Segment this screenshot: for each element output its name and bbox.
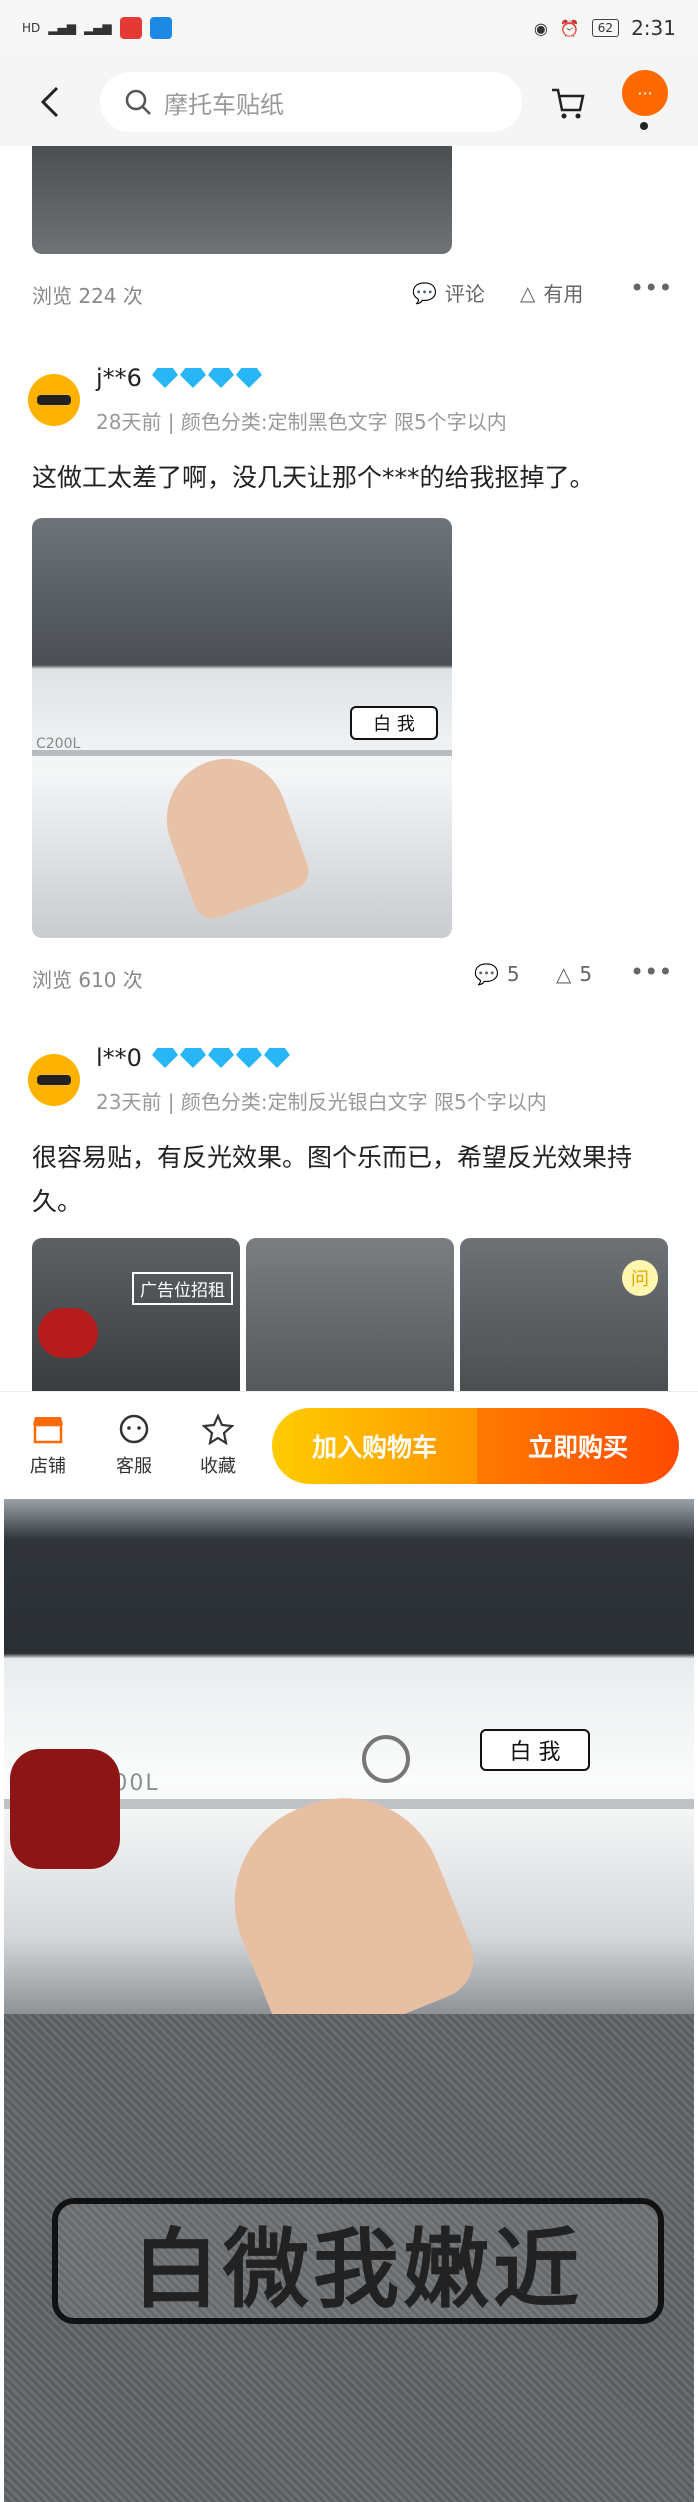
cart-icon bbox=[552, 88, 585, 119]
diamond-icon bbox=[152, 368, 178, 388]
avatar[interactable] bbox=[28, 1054, 80, 1106]
ellipsis-icon: ••• bbox=[630, 274, 673, 302]
useful-button[interactable]: △ 5 bbox=[556, 962, 592, 986]
trunk-chrome bbox=[32, 750, 452, 756]
tail-light bbox=[38, 1308, 98, 1358]
review-username[interactable]: j**6 bbox=[96, 364, 142, 392]
comment-label: 评论 bbox=[444, 282, 485, 306]
store-tab[interactable]: 店铺 bbox=[18, 1412, 78, 1478]
thumb-icon: △ bbox=[556, 962, 572, 986]
signal-icon-2: ▂▄▆ bbox=[83, 21, 112, 35]
useful-label: 有用 bbox=[543, 282, 584, 306]
status-left: HD ▂▄▆ ▂▄▆ bbox=[22, 17, 172, 39]
diamond-icon bbox=[236, 368, 262, 388]
review-thumbnail[interactable] bbox=[246, 1238, 454, 1391]
comment-button[interactable]: 💬 5 bbox=[474, 962, 520, 986]
search-placeholder: 摩托车贴纸 bbox=[164, 90, 284, 119]
status-bar: HD ▂▄▆ ▂▄▆ ◉ ⏰ 62 2:31 bbox=[0, 0, 698, 56]
signal-icon: ▂▄▆ bbox=[48, 21, 76, 35]
review-thumbnail[interactable]: 问 bbox=[460, 1238, 668, 1391]
ask-badge[interactable]: 问 bbox=[622, 1260, 658, 1296]
thumbnail-sign: 广告位招租 bbox=[132, 1272, 233, 1305]
service-label: 客服 bbox=[116, 1456, 152, 1477]
view-count: 浏览 610 次 bbox=[32, 968, 143, 992]
diamond-icon bbox=[236, 1048, 262, 1068]
diamond-icon bbox=[180, 368, 206, 388]
useful-button[interactable]: △ 有用 bbox=[520, 278, 583, 307]
comment-button[interactable]: 💬 评论 bbox=[412, 278, 485, 307]
thumb-icon: △ bbox=[520, 280, 536, 305]
review-text: 这做工太差了啊，没几天让那个***的给我抠掉了。 bbox=[32, 463, 595, 492]
cart-button[interactable] bbox=[548, 82, 588, 122]
back-arrow-icon bbox=[40, 86, 59, 118]
store-icon bbox=[31, 1412, 65, 1446]
more-options-button[interactable]: ••• bbox=[630, 958, 672, 986]
user-level-badge bbox=[152, 1048, 290, 1068]
diamond-icon bbox=[208, 368, 234, 388]
review-thumbnail[interactable]: 广告位招租 bbox=[32, 1238, 240, 1391]
review-text: 很容易贴，有反光效果。图个乐而已，希望反光效果持久。 bbox=[32, 1143, 633, 1216]
favorite-tab[interactable]: 收藏 bbox=[188, 1412, 248, 1478]
comment-count: 5 bbox=[506, 962, 520, 986]
star-icon bbox=[201, 1412, 235, 1446]
tail-light bbox=[10, 1749, 120, 1869]
user-level-badge bbox=[152, 368, 262, 388]
view-count: 浏览 224 次 bbox=[32, 284, 143, 308]
review-feed: 浏览 224 次 💬 评论 △ 有用 ••• j**6 28天前 | 颜色分类:… bbox=[0, 146, 698, 1391]
app-notification-icon-2 bbox=[149, 17, 172, 39]
back-button[interactable] bbox=[30, 82, 70, 122]
clock: 2:31 bbox=[631, 16, 676, 40]
review-meta: 23天前 | 颜色分类:定制反光银白文字 限5个字以内 bbox=[96, 1090, 547, 1114]
car-logo bbox=[362, 1735, 410, 1783]
sticker-plate: 白 我 bbox=[350, 706, 438, 740]
notification-dot bbox=[640, 122, 648, 130]
diamond-icon bbox=[180, 1048, 206, 1068]
network-label: HD bbox=[22, 21, 41, 35]
review-username[interactable]: l**0 bbox=[96, 1044, 142, 1072]
hand-image bbox=[149, 742, 315, 924]
review-photo[interactable]: 白 我 C200L bbox=[32, 518, 452, 938]
comment-icon: 💬 bbox=[474, 962, 499, 986]
useful-count: 5 bbox=[579, 962, 593, 986]
avatar[interactable] bbox=[28, 374, 80, 426]
store-label: 店铺 bbox=[30, 1456, 66, 1477]
add-to-cart-button[interactable]: 加入购物车 bbox=[272, 1408, 477, 1484]
comment-icon: 💬 bbox=[412, 280, 437, 305]
app-notification-icon bbox=[119, 17, 142, 39]
search-icon bbox=[125, 89, 151, 115]
review-meta: 28天前 | 颜色分类:定制黑色文字 限5个字以内 bbox=[96, 410, 507, 434]
battery-indicator: 62 bbox=[591, 19, 620, 37]
enlarged-car-photo: C200L 白 我 bbox=[4, 1499, 694, 2060]
diamond-icon bbox=[208, 1048, 234, 1068]
diamond-icon bbox=[152, 1048, 178, 1068]
review-photo-prev[interactable] bbox=[32, 146, 452, 254]
service-tab[interactable]: 客服 bbox=[104, 1412, 164, 1478]
ellipsis-icon: ••• bbox=[630, 958, 673, 986]
sticker-text: 白微我嫩近 bbox=[52, 2198, 664, 2324]
more-options-button[interactable]: ••• bbox=[630, 274, 672, 302]
search-input[interactable]: 摩托车贴纸 bbox=[100, 72, 522, 132]
car-model-badge: C200L bbox=[36, 736, 81, 752]
more-label: ··· bbox=[637, 83, 653, 103]
sticker-plate: 白 我 bbox=[480, 1729, 590, 1771]
chat-icon bbox=[117, 1412, 151, 1446]
status-right: ◉ ⏰ 62 2:31 bbox=[534, 16, 676, 40]
alarm-icon: ⏰ bbox=[559, 18, 580, 38]
diamond-icon bbox=[264, 1048, 290, 1068]
eye-icon: ◉ bbox=[533, 18, 548, 38]
favorite-label: 收藏 bbox=[200, 1456, 236, 1477]
more-menu-button[interactable]: ··· bbox=[622, 70, 668, 116]
buy-now-button[interactable]: 立即购买 bbox=[477, 1408, 679, 1484]
